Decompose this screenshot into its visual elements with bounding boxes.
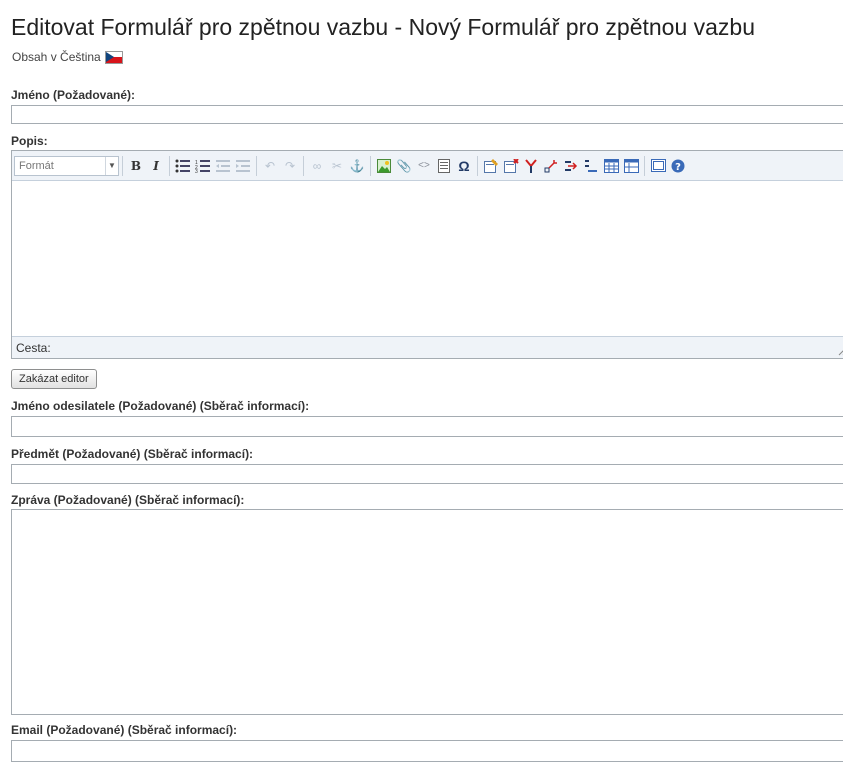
table-props-icon[interactable] — [621, 156, 641, 176]
disable-editor-button[interactable]: Zakázat editor — [11, 369, 97, 389]
resize-grip-icon[interactable] — [838, 346, 843, 356]
sender-name-label: Jméno odesilatele (Požadované) (Sběrač i… — [11, 399, 310, 413]
bullet-list-icon[interactable] — [173, 156, 193, 176]
split-cell-icon[interactable] — [521, 156, 541, 176]
insert-row-icon[interactable] — [561, 156, 581, 176]
fullscreen-icon[interactable] — [648, 156, 668, 176]
czech-flag-icon — [104, 50, 123, 64]
italic-button[interactable]: I — [146, 156, 166, 176]
email-input[interactable] — [11, 740, 843, 762]
editor-toolbar: Formát ▼ B I 123 ↶ ↷ ∞ ✂ ⚓ 📎 <> Ω ? — [12, 151, 843, 181]
format-select-label: Formát — [19, 159, 54, 172]
template-icon[interactable] — [434, 156, 454, 176]
svg-text:?: ? — [675, 162, 681, 173]
page-title: Editovat Formulář pro zpětnou vazbu - No… — [11, 14, 756, 40]
indent-icon[interactable] — [233, 156, 253, 176]
insert-layer-icon[interactable] — [501, 156, 521, 176]
insert-table-icon[interactable] — [601, 156, 621, 176]
name-label: Jméno (Požadované): — [11, 88, 136, 102]
subject-input[interactable] — [11, 464, 843, 484]
anchor-icon[interactable]: ⚓ — [347, 156, 367, 176]
bold-button[interactable]: B — [126, 156, 146, 176]
description-label: Popis: — [11, 134, 48, 148]
image-icon[interactable] — [374, 156, 394, 176]
svg-text:3: 3 — [195, 169, 198, 173]
insert-form-icon[interactable] — [481, 156, 501, 176]
format-select[interactable]: Formát ▼ — [14, 155, 119, 176]
attachment-icon[interactable]: 📎 — [394, 156, 414, 176]
toolbar-separator — [477, 155, 478, 176]
special-char-icon[interactable]: Ω — [454, 156, 474, 176]
code-icon[interactable]: <> — [414, 156, 434, 176]
email-label: Email (Požadované) (Sběrač informací): — [11, 723, 238, 737]
toolbar-separator — [256, 155, 257, 176]
redo-icon[interactable]: ↷ — [280, 156, 300, 176]
sender-name-input[interactable] — [11, 416, 843, 437]
help-icon[interactable]: ? — [668, 156, 688, 176]
description-editor: Formát ▼ B I 123 ↶ ↷ ∞ ✂ ⚓ 📎 <> Ω ? Cest… — [11, 150, 843, 359]
numbered-list-icon[interactable]: 123 — [193, 156, 213, 176]
toolbar-separator — [122, 155, 123, 176]
chevron-down-icon: ▼ — [105, 156, 118, 175]
editor-path-bar: Cesta: — [12, 336, 843, 358]
undo-icon[interactable]: ↶ — [260, 156, 280, 176]
link-icon[interactable]: ∞ — [307, 156, 327, 176]
path-label: Cesta: — [16, 340, 51, 355]
content-language: Obsah v Čeština — [12, 50, 123, 64]
unlink-icon[interactable]: ✂ — [327, 156, 347, 176]
toolbar-separator — [370, 155, 371, 176]
toolbar-separator — [169, 155, 170, 176]
toolbar-separator — [644, 155, 645, 176]
merge-cell-icon[interactable] — [541, 156, 561, 176]
name-input[interactable] — [11, 105, 843, 124]
subject-label: Předmět (Požadované) (Sběrač informací): — [11, 447, 254, 461]
description-textarea[interactable] — [12, 181, 843, 340]
content-language-label: Obsah v Čeština — [12, 50, 101, 64]
toolbar-separator — [303, 155, 304, 176]
outdent-icon[interactable] — [213, 156, 233, 176]
message-textarea[interactable] — [11, 509, 843, 715]
message-label: Zpráva (Požadované) (Sběrač informací): — [11, 493, 245, 507]
delete-row-icon[interactable] — [581, 156, 601, 176]
